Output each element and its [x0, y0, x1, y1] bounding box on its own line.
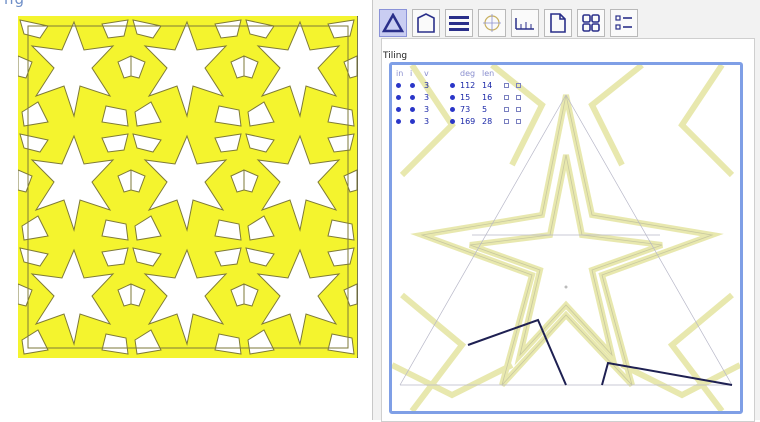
row-checkbox[interactable]: [516, 94, 521, 100]
table-row[interactable]: 3 15 16: [396, 91, 528, 103]
shape-outline-button[interactable]: [412, 9, 440, 37]
row-in-dot[interactable]: [396, 82, 401, 88]
row-dot[interactable]: [450, 82, 455, 88]
header-in: in: [396, 68, 404, 78]
row-i-dot[interactable]: [410, 106, 415, 112]
pattern-preview: [18, 16, 358, 358]
row-deg[interactable]: 169: [460, 117, 482, 126]
pattern-preview-pane: ng: [0, 0, 373, 420]
ruler-button[interactable]: [511, 9, 539, 37]
row-i-dot[interactable]: [410, 94, 415, 100]
row-v[interactable]: 3: [424, 105, 450, 114]
list-icon: [615, 15, 632, 30]
header-v: v: [424, 68, 429, 78]
vertex-table: in i v deg len 3 112 14 3 15 16 3 73 5 3…: [396, 67, 528, 127]
toolbar: [379, 9, 638, 37]
triangle-tool-button[interactable]: [379, 9, 407, 37]
row-i-dot[interactable]: [410, 82, 415, 88]
table-row[interactable]: 3 112 14: [396, 79, 528, 91]
row-in-dot[interactable]: [396, 118, 401, 124]
row-len[interactable]: 5: [482, 105, 504, 114]
triangle-icon: [382, 13, 404, 33]
row-len[interactable]: 28: [482, 117, 504, 126]
target-icon: [483, 14, 501, 32]
table-row[interactable]: 3 169 28: [396, 115, 528, 127]
row-checkbox[interactable]: [504, 82, 509, 88]
header-len: len: [482, 68, 495, 78]
row-checkbox[interactable]: [516, 106, 521, 112]
row-len[interactable]: 14: [482, 81, 504, 90]
shape-outline-icon: [417, 13, 435, 33]
row-dot[interactable]: [450, 118, 455, 124]
row-i-dot[interactable]: [410, 118, 415, 124]
row-checkbox[interactable]: [504, 94, 509, 100]
row-v[interactable]: 3: [424, 81, 450, 90]
row-deg[interactable]: 73: [460, 105, 482, 114]
row-len[interactable]: 16: [482, 93, 504, 102]
row-v[interactable]: 3: [424, 117, 450, 126]
row-deg[interactable]: 112: [460, 81, 482, 90]
list-view-button[interactable]: [610, 9, 638, 37]
row-checkbox[interactable]: [504, 118, 509, 124]
ruler-icon: [515, 18, 534, 30]
vertex-table-header: in i v deg len: [396, 67, 528, 79]
editor-pane: Tiling in i v deg len 3 112 14 3 15 16 3…: [373, 0, 760, 422]
grid-view-button[interactable]: [577, 9, 605, 37]
row-checkbox[interactable]: [516, 82, 521, 88]
row-in-dot[interactable]: [396, 106, 401, 112]
row-dot[interactable]: [450, 106, 455, 112]
grid-icon: [582, 14, 600, 32]
header-deg: deg: [460, 68, 476, 78]
row-checkbox[interactable]: [504, 106, 509, 112]
lines-button[interactable]: [445, 9, 473, 37]
row-deg[interactable]: 15: [460, 93, 482, 102]
document-icon: [550, 13, 566, 33]
row-checkbox[interactable]: [516, 118, 521, 124]
header-i: i: [410, 68, 413, 78]
document-button[interactable]: [544, 9, 572, 37]
row-in-dot[interactable]: [396, 94, 401, 100]
tiling-label: Tiling: [383, 51, 408, 61]
row-v[interactable]: 3: [424, 93, 450, 102]
lines-icon: [449, 16, 469, 31]
tiling-editor-canvas[interactable]: in i v deg len 3 112 14 3 15 16 3 73 5 3…: [389, 62, 743, 414]
title-fragment: ng: [4, 0, 25, 8]
row-dot[interactable]: [450, 94, 455, 100]
table-row[interactable]: 3 73 5: [396, 103, 528, 115]
target-button[interactable]: [478, 9, 506, 37]
